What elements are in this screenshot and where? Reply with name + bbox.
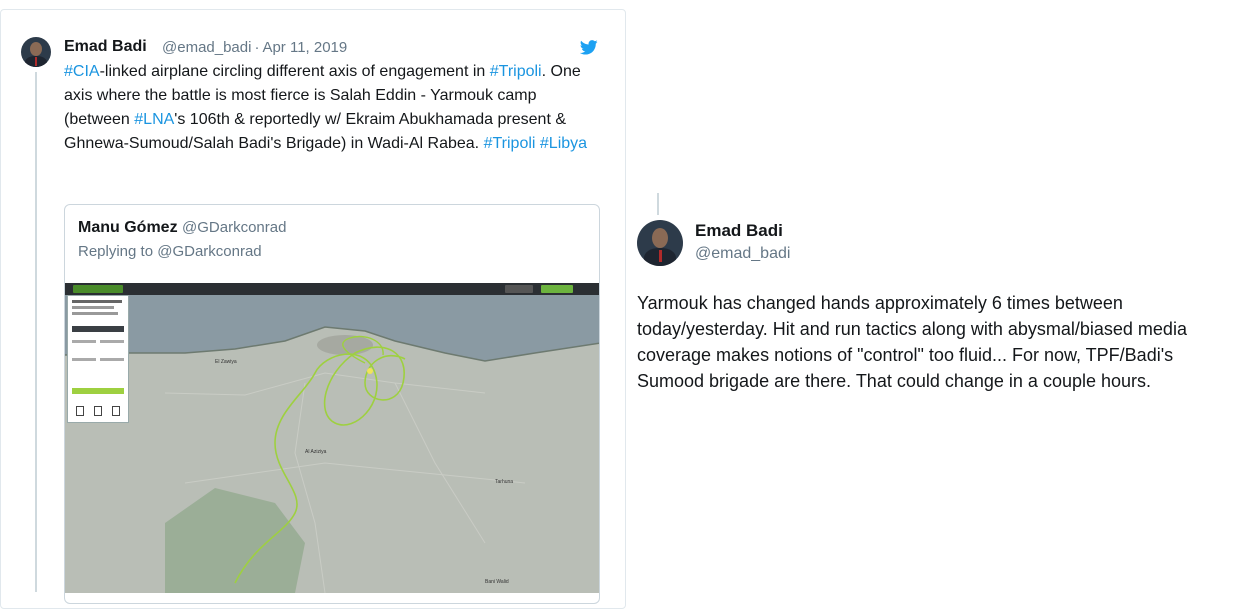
- hashtag-link[interactable]: #CIA: [64, 63, 100, 80]
- author-name[interactable]: Emad Badi: [64, 38, 147, 56]
- reply-author-handle[interactable]: @emad_badi: [695, 245, 790, 263]
- meta-separator: ·: [254, 39, 260, 56]
- tweet-date[interactable]: Apr 11, 2019: [262, 39, 347, 56]
- hashtag-link[interactable]: #LNA: [134, 111, 174, 128]
- reply-author-name[interactable]: Emad Badi: [695, 221, 783, 241]
- quoted-author-name[interactable]: Manu Gómez: [78, 219, 178, 236]
- flight-map-image[interactable]: El Zawiya Al Aziziya Tarhuna Bani Walid: [65, 283, 599, 593]
- replying-to-handle[interactable]: @GDarkconrad: [157, 243, 261, 260]
- hashtag-link[interactable]: #Tripoli: [490, 63, 542, 80]
- thread-line: [35, 72, 37, 592]
- quoted-author[interactable]: Manu Gómez @GDarkconrad: [78, 219, 286, 237]
- hashtag-link[interactable]: #Tripoli: [484, 135, 536, 152]
- reply-tweet-body: Yarmouk has changed hands approximately …: [637, 293, 1187, 391]
- hashtag-link[interactable]: #Libya: [540, 135, 587, 152]
- quoted-author-handle[interactable]: @GDarkconrad: [182, 219, 286, 236]
- svg-text:Bani Walid: Bani Walid: [485, 579, 509, 585]
- tweet-meta: @emad_badi · Apr 11, 2019: [162, 39, 347, 56]
- quoted-tweet[interactable]: Manu Gómez @GDarkconrad Replying to @GDa…: [64, 204, 600, 604]
- twitter-bird-icon[interactable]: [580, 40, 598, 55]
- reply-thread-line: [657, 193, 659, 215]
- tweet-body: #CIA-linked airplane circling different …: [64, 60, 604, 156]
- author-avatar[interactable]: [21, 37, 51, 67]
- map-logo: [73, 285, 123, 293]
- map-graphic: El Zawiya Al Aziziya Tarhuna Bani Walid: [65, 295, 599, 593]
- map-toolbar: [65, 283, 599, 295]
- replying-prefix: Replying to: [78, 243, 158, 260]
- author-handle[interactable]: @emad_badi: [162, 39, 251, 56]
- svg-text:Al Aziziya: Al Aziziya: [305, 449, 327, 455]
- flight-info-panel: [67, 295, 129, 423]
- replying-to: Replying to @GDarkconrad: [78, 243, 262, 260]
- reply-author-avatar[interactable]: [637, 220, 683, 266]
- svg-text:Tarhuna: Tarhuna: [495, 479, 513, 485]
- tweet-text: -linked airplane circling different axis…: [99, 63, 490, 80]
- svg-text:El Zawiya: El Zawiya: [215, 359, 237, 365]
